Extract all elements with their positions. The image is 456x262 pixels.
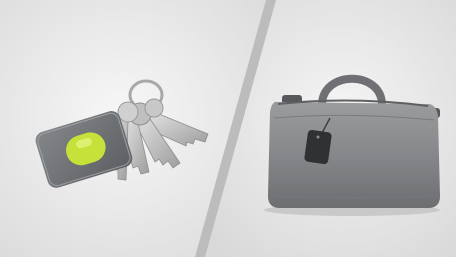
- bag-body: [268, 101, 440, 208]
- product-photo: [0, 0, 456, 257]
- key-bow-2: [117, 101, 139, 123]
- bag-tracker-tag: [304, 130, 332, 164]
- photo-svg: [0, 0, 456, 257]
- key-bow-3: [144, 98, 164, 118]
